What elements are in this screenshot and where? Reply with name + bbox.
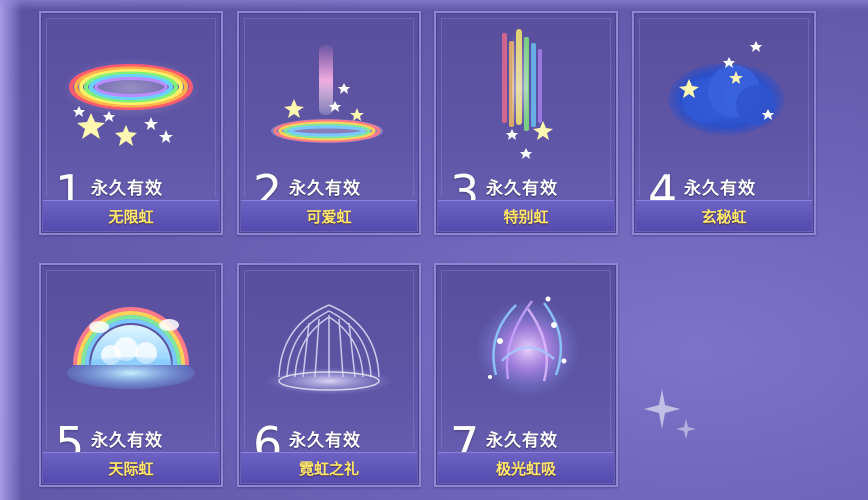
item-name: 极光虹吸: [495, 460, 556, 478]
special-rainbow-icon: [502, 29, 553, 159]
panel-edge-top: [0, 0, 868, 10]
validity-text: 永久有效: [91, 179, 163, 199]
item-card-2[interactable]: 2 永久有效 可爱虹: [237, 11, 421, 235]
validity-text: 永久有效: [486, 431, 558, 451]
cute-rainbow-icon: [271, 45, 383, 143]
name-bar: 霓虹之礼: [241, 452, 417, 483]
sparkle-icon: [644, 389, 696, 439]
item-card-1[interactable]: 1 永久有效 无限虹: [39, 11, 223, 235]
validity-text: 永久有效: [289, 431, 361, 451]
name-bar: 特别虹: [438, 200, 614, 231]
item-card-4[interactable]: 4 永久有效 玄秘虹: [632, 11, 816, 235]
mystic-cloud-icon: [668, 41, 784, 135]
item-card-3[interactable]: 3 永久有效 特别虹: [434, 11, 618, 235]
item-name: 天际虹: [108, 460, 154, 478]
rainbow-ring-icon: [61, 58, 201, 146]
item-card-5[interactable]: 5 永久有效 天际虹: [39, 263, 223, 487]
item-card-7[interactable]: 7 永久有效 极光虹吸: [434, 263, 618, 487]
validity-text: 永久有效: [91, 431, 163, 451]
item-name: 霓虹之礼: [298, 460, 359, 478]
item-card-6[interactable]: 6 永久有效 霓虹之礼: [237, 263, 421, 487]
item-name: 可爱虹: [306, 208, 352, 226]
validity-text: 永久有效: [289, 179, 361, 199]
item-name: 玄秘虹: [701, 208, 747, 226]
panel-edge-left: [0, 0, 22, 500]
name-bar: 无限虹: [43, 200, 219, 231]
sky-rainbow-icon: [67, 307, 195, 389]
validity-text: 永久有效: [684, 179, 756, 199]
aurora-icon: [476, 296, 580, 397]
name-bar: 玄秘虹: [636, 200, 812, 231]
name-bar: 极光虹吸: [438, 452, 614, 483]
item-name: 特别虹: [503, 208, 549, 226]
name-bar: 天际虹: [43, 452, 219, 483]
neon-gift-icon: [265, 304, 393, 395]
validity-text: 永久有效: [486, 179, 558, 199]
item-name: 无限虹: [108, 208, 154, 226]
name-bar: 可爱虹: [241, 200, 417, 231]
